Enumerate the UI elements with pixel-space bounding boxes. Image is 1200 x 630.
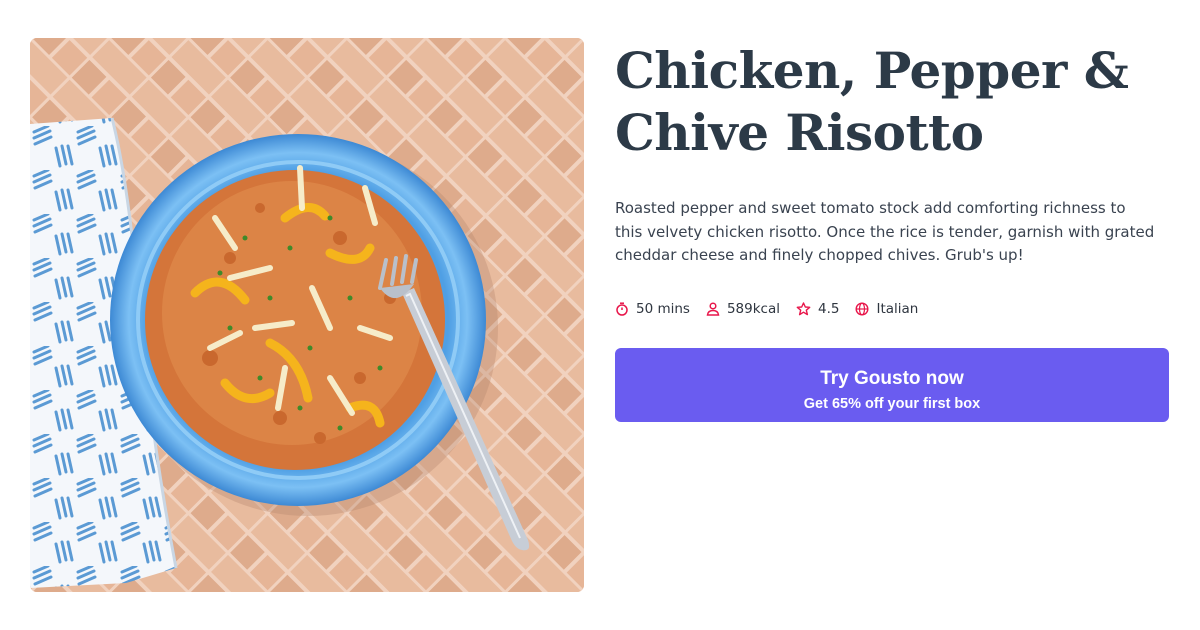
recipe-description: Roasted pepper and sweet tomato stock ad…	[615, 199, 1155, 264]
meta-cuisine-label: Italian	[876, 300, 919, 317]
recipe-meta: 50 mins 589kcal 4.5 Italian	[615, 301, 1171, 317]
meta-rating: 4.5	[796, 301, 839, 317]
meta-calories: 589kcal	[706, 301, 780, 317]
meta-calories-label: 589kcal	[726, 300, 780, 317]
recipe-photo	[30, 38, 584, 592]
meta-time: 50 mins	[615, 301, 690, 317]
meta-cuisine: Italian	[855, 301, 918, 317]
recipe-title-line-2: Chive Risotto	[615, 103, 984, 162]
cta-subtitle: Get 65% off your first box	[803, 395, 981, 412]
cta-title: Try Gousto now	[820, 367, 964, 389]
recipe-details: Chicken, Pepper & Chive Risotto Roasted …	[615, 40, 1171, 422]
globe-icon	[855, 301, 869, 316]
meta-rating-label: 4.5	[818, 300, 840, 317]
recipe-title-line-1: Chicken, Pepper &	[615, 41, 1129, 100]
star-icon	[796, 301, 811, 315]
meta-time-label: 50 mins	[636, 300, 690, 317]
recipe-title: Chicken, Pepper & Chive Risotto	[615, 40, 1171, 164]
person-icon	[706, 301, 720, 316]
try-gousto-button[interactable]: Try Gousto now Get 65% off your first bo…	[615, 347, 1169, 422]
stopwatch-icon	[616, 301, 628, 316]
